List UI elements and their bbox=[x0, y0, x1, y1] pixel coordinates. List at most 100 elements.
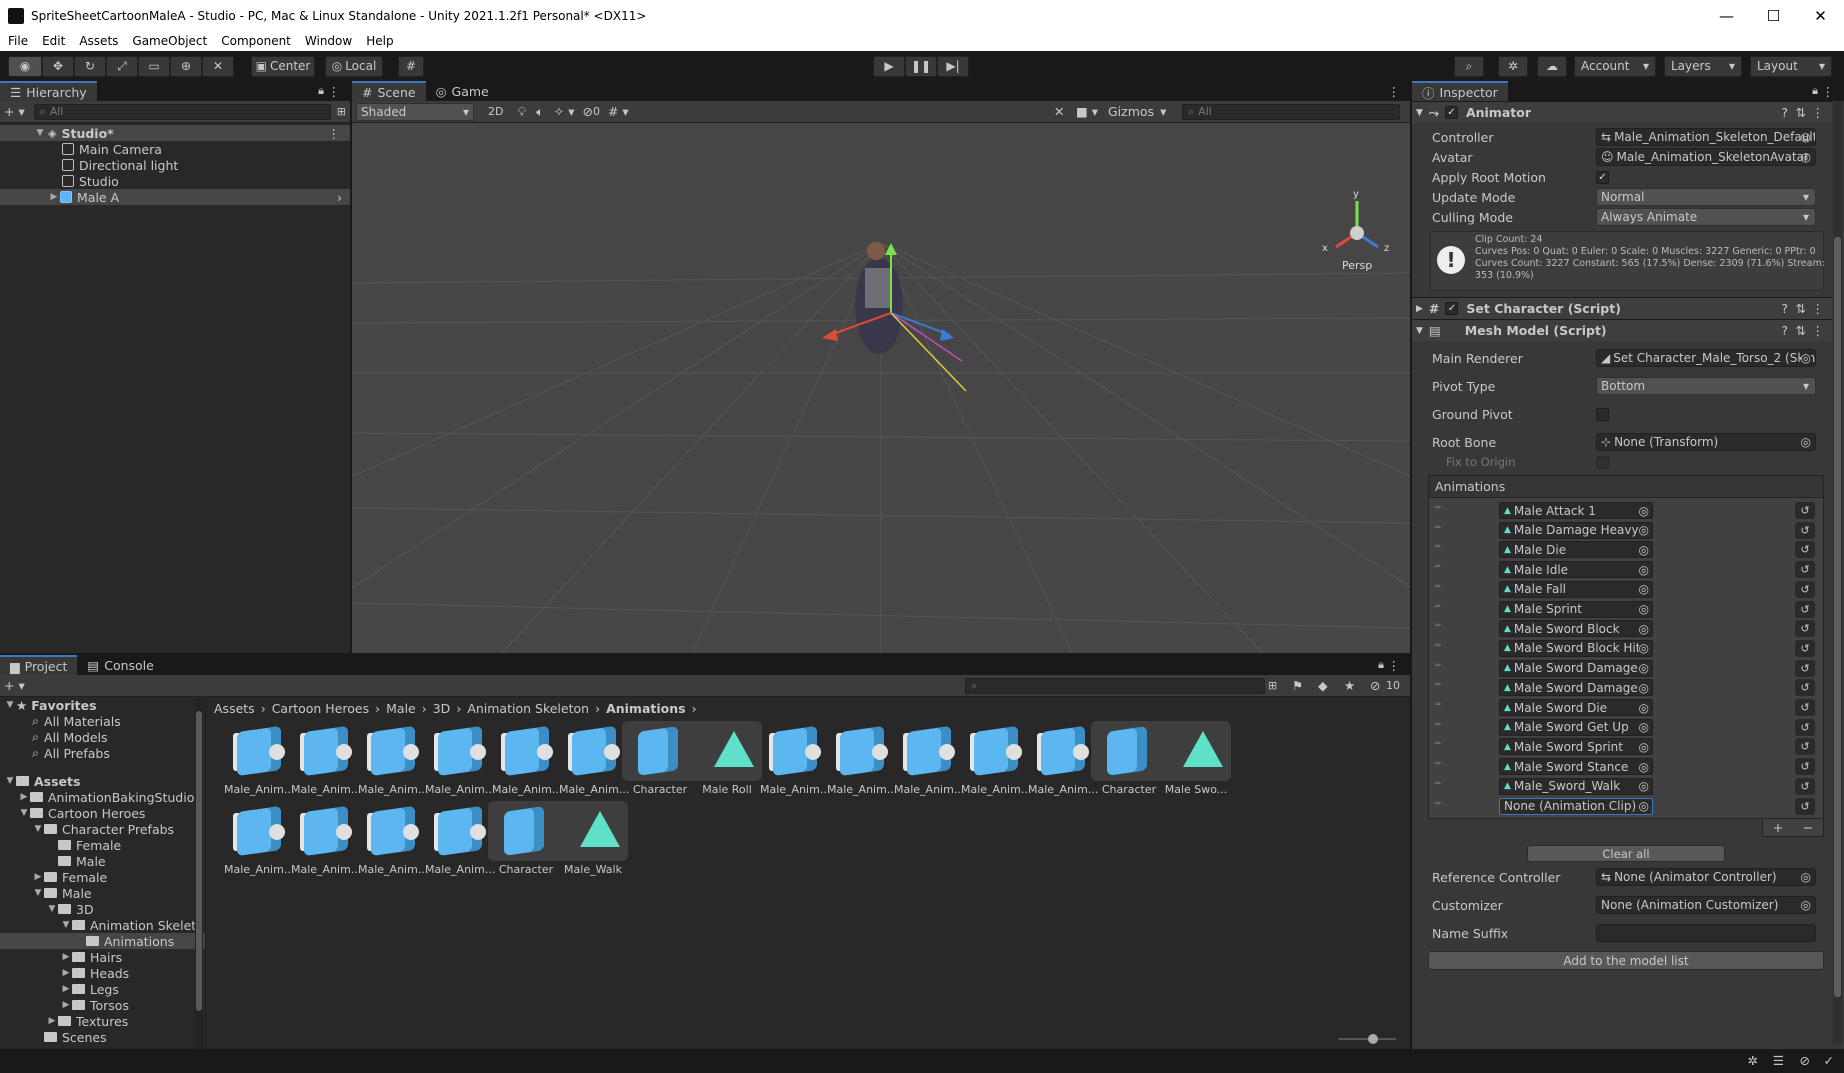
apply-root-motion-checkbox[interactable]: ✓ bbox=[1596, 170, 1609, 184]
mesh-model-component-header[interactable]: ▼ ▤ Mesh Model (Script) ? ⇅ ⋮ bbox=[1412, 319, 1832, 341]
drag-handle-icon[interactable]: ═ bbox=[1435, 542, 1440, 552]
reset-clip-icon[interactable]: ↺ bbox=[1795, 659, 1815, 677]
expand-arrow-icon[interactable]: ▶ bbox=[1416, 304, 1423, 314]
animation-clip-field[interactable]: ▲ Male Idle ◎ bbox=[1499, 561, 1653, 579]
avatar-field[interactable]: ☺ Male_Animation_SkeletonAvatar ◎ bbox=[1596, 148, 1816, 166]
project-folder[interactable]: Male bbox=[0, 853, 205, 869]
pause-button[interactable]: ❚❚ bbox=[905, 55, 937, 77]
expand-arrow-icon[interactable]: ▼ bbox=[4, 776, 16, 786]
reset-clip-icon[interactable]: ↺ bbox=[1795, 639, 1815, 657]
grid-snap-button[interactable]: # bbox=[398, 55, 424, 77]
search-button[interactable]: ⌕ bbox=[1454, 55, 1484, 77]
drag-handle-icon[interactable]: ═ bbox=[1435, 562, 1440, 572]
gizmos-dropdown[interactable]: Gizmos ▾ bbox=[1108, 104, 1166, 119]
asset-item[interactable]: Male_Anim... bbox=[291, 805, 361, 876]
expand-arrow-icon[interactable]: ▶ bbox=[18, 792, 30, 802]
lock-icon[interactable]: 🔒︎ bbox=[1812, 84, 1818, 98]
inspector-scrollbar[interactable] bbox=[1833, 101, 1842, 1045]
drag-handle-icon[interactable]: ═ bbox=[1435, 661, 1440, 671]
menu-file[interactable]: File bbox=[8, 34, 28, 48]
reset-clip-icon[interactable]: ↺ bbox=[1795, 521, 1815, 539]
asset-item[interactable]: Male_Anim... bbox=[358, 725, 428, 796]
object-picker-icon[interactable]: ◎ bbox=[1638, 542, 1649, 557]
reset-clip-icon[interactable]: ↺ bbox=[1795, 561, 1815, 579]
object-picker-icon[interactable]: ◎ bbox=[1638, 700, 1649, 715]
animation-clip-field[interactable]: ▲ Male Sword Sprint ◎ bbox=[1499, 738, 1653, 756]
help-icon[interactable]: ? bbox=[1781, 323, 1788, 338]
more-icon[interactable]: ⋮ bbox=[1388, 84, 1401, 99]
rotate-tool-button[interactable]: ↻ bbox=[74, 55, 106, 77]
maximize-button[interactable]: ☐ bbox=[1750, 7, 1797, 25]
reset-clip-icon[interactable]: ↺ bbox=[1795, 679, 1815, 697]
more-icon[interactable]: ⋮ bbox=[1822, 84, 1835, 99]
object-picker-icon[interactable]: ◎ bbox=[1638, 720, 1649, 735]
animation-clip-field[interactable]: ▲ Male Attack 1 ◎ bbox=[1499, 502, 1653, 519]
object-picker-icon[interactable]: ◎ bbox=[1638, 582, 1649, 597]
asset-item[interactable]: Male_Anim... bbox=[1028, 725, 1098, 796]
scene-viewport[interactable]: y x z Persp bbox=[352, 123, 1410, 653]
object-picker-icon[interactable]: ◎ bbox=[1638, 503, 1649, 518]
reference-controller-field[interactable]: ⇆ None (Animator Controller) ◎ bbox=[1596, 868, 1816, 886]
asset-item[interactable]: Male_Anim... bbox=[425, 805, 495, 876]
drag-handle-icon[interactable]: ═ bbox=[1435, 582, 1440, 592]
more-icon[interactable]: ⋮ bbox=[1812, 105, 1825, 120]
add-to-model-list-button[interactable]: Add to the model list bbox=[1428, 951, 1824, 970]
object-picker-icon[interactable]: ◎ bbox=[1638, 799, 1649, 813]
animation-clip-field[interactable]: ▲ Male Sword Get Up ◎ bbox=[1499, 718, 1653, 736]
animation-clip-field[interactable]: ▲ Male Sword Block ◎ bbox=[1499, 620, 1653, 638]
lock-icon[interactable]: 🔒︎ bbox=[1378, 658, 1384, 672]
zoom-slider[interactable] bbox=[1338, 1034, 1396, 1044]
expand-arrow-icon[interactable]: ▶ bbox=[48, 192, 60, 202]
animation-clip-field[interactable]: ▲ Male Sword Block Hit ◎ bbox=[1499, 639, 1653, 657]
favorite-all-models[interactable]: ⌕ All Models bbox=[0, 729, 205, 745]
more-icon[interactable]: ⋮ bbox=[328, 126, 341, 141]
hierarchy-search-input[interactable]: ⌕ All bbox=[33, 103, 331, 120]
account-dropdown[interactable]: Account ▾ bbox=[1574, 55, 1656, 77]
asset-item[interactable]: Male_Anim... bbox=[224, 725, 294, 796]
reset-clip-icon[interactable]: ↺ bbox=[1795, 777, 1815, 795]
transform-tool-button[interactable]: ⊕ bbox=[170, 55, 202, 77]
preset-icon[interactable]: ⇅ bbox=[1796, 301, 1806, 316]
cloud-button[interactable]: ☁ bbox=[1537, 55, 1567, 77]
clear-all-button[interactable]: Clear all bbox=[1527, 845, 1725, 862]
asset-item[interactable]: Male_Anim... bbox=[894, 725, 964, 796]
expand-arrow-icon[interactable]: ▶ bbox=[60, 1000, 72, 1010]
project-folder[interactable]: Female bbox=[0, 837, 205, 853]
preset-icon[interactable]: ⇅ bbox=[1796, 105, 1806, 120]
animator-enabled-checkbox[interactable]: ✓ bbox=[1444, 106, 1458, 119]
object-picker-icon[interactable]: ◎ bbox=[1638, 562, 1649, 577]
scale-tool-button[interactable]: ⤢ bbox=[106, 55, 138, 77]
object-picker-icon[interactable]: ◎ bbox=[1801, 898, 1811, 912]
filter-icon[interactable]: ⚑ bbox=[1292, 678, 1303, 693]
animation-clip-field[interactable]: ▲ Male Sprint ◎ bbox=[1499, 600, 1653, 618]
expand-arrow-icon[interactable]: ▼ bbox=[4, 700, 16, 710]
favorite-icon[interactable]: ★ bbox=[1344, 678, 1355, 693]
menu-edit[interactable]: Edit bbox=[42, 34, 65, 48]
asset-item[interactable]: Male_Anim... bbox=[760, 725, 830, 796]
tab-project[interactable]: ▆ Project bbox=[0, 655, 78, 675]
favorite-all-materials[interactable]: ⌕ All Materials bbox=[0, 713, 205, 729]
reset-clip-icon[interactable]: ↺ bbox=[1795, 600, 1815, 618]
help-icon[interactable]: ? bbox=[1781, 105, 1788, 120]
culling-mode-dropdown[interactable]: Always Animate ▾ bbox=[1596, 208, 1816, 226]
expand-arrow-icon[interactable]: ▼ bbox=[46, 904, 58, 914]
expand-arrow-icon[interactable]: ▶ bbox=[32, 872, 44, 882]
asset-item[interactable]: Male_Anim... bbox=[425, 725, 495, 796]
project-folder[interactable]: ▼ Male bbox=[0, 885, 205, 901]
persp-label[interactable]: Persp bbox=[1342, 259, 1372, 272]
controller-field[interactable]: ⇆ Male_Animation_Skeleton_Default ◎ bbox=[1596, 128, 1816, 146]
reset-clip-icon[interactable]: ↺ bbox=[1795, 758, 1815, 776]
menu-gameobject[interactable]: GameObject bbox=[132, 34, 207, 48]
drag-handle-icon[interactable]: ═ bbox=[1435, 602, 1440, 612]
favorites-header[interactable]: ▼ ★ Favorites bbox=[0, 697, 205, 713]
menu-help[interactable]: Help bbox=[366, 34, 393, 48]
expand-arrow-icon[interactable]: ▼ bbox=[32, 824, 44, 834]
object-picker-icon[interactable]: ◎ bbox=[1801, 150, 1811, 164]
asset-item[interactable]: Character bbox=[1095, 725, 1163, 796]
debug-icon[interactable]: ✲ bbox=[1748, 1053, 1758, 1068]
expand-arrow-icon[interactable]: ▶ bbox=[46, 1016, 58, 1026]
main-renderer-field[interactable]: ◢ Set Character_Male_Torso_2 (Skinne ◎ bbox=[1596, 349, 1816, 367]
lighting-icon[interactable]: 💡︎ bbox=[517, 104, 526, 120]
project-folder[interactable]: Animations bbox=[0, 933, 205, 949]
project-folder[interactable]: ▶ Female bbox=[0, 869, 205, 885]
